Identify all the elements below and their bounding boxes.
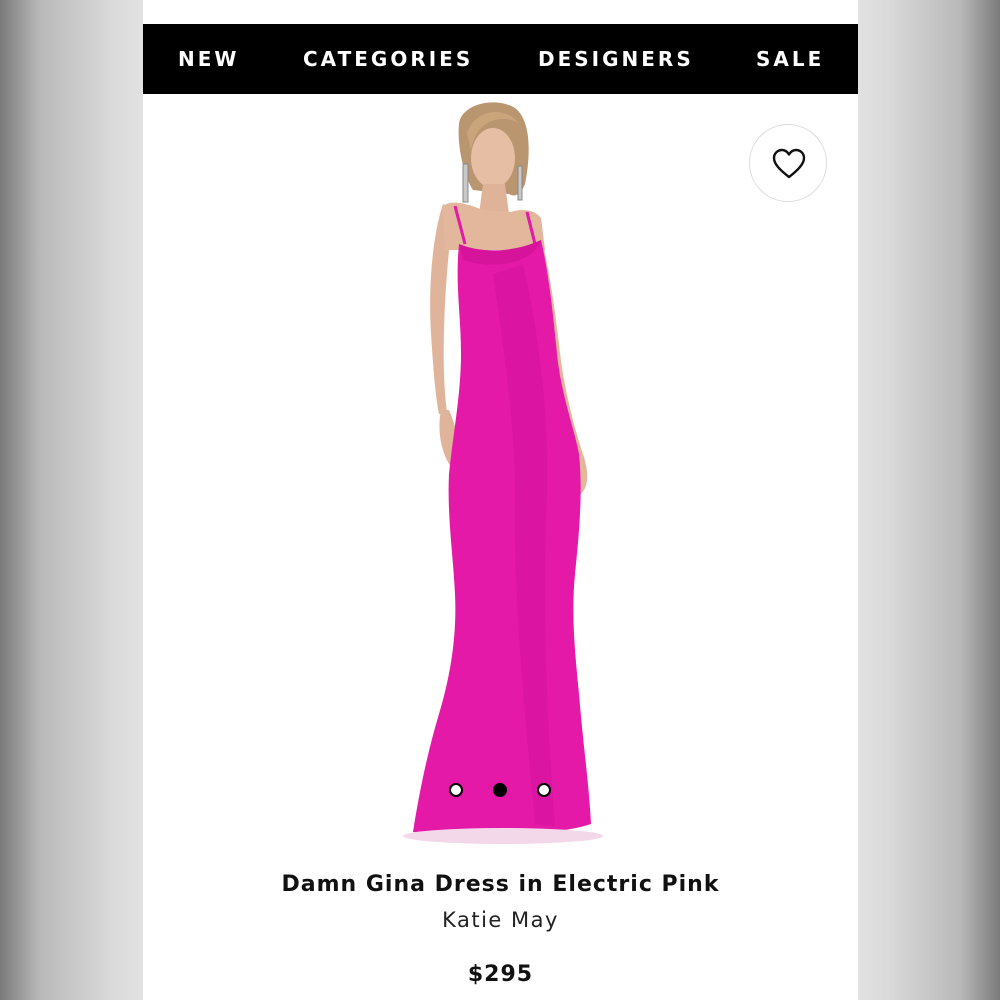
product-page: NEW CATEGORIES DESIGNERS SALE Damn Gina … bbox=[143, 0, 858, 1000]
product-name: Damn Gina Dress in Electric Pink bbox=[281, 872, 720, 897]
image-carousel-dots bbox=[449, 783, 551, 799]
product-image[interactable] bbox=[143, 94, 858, 864]
nav-item-new[interactable]: NEW bbox=[178, 24, 239, 94]
nav-item-sale[interactable]: SALE bbox=[756, 24, 824, 94]
top-nav: NEW CATEGORIES DESIGNERS SALE bbox=[143, 24, 858, 94]
carousel-dot-3[interactable] bbox=[537, 783, 551, 797]
heart-icon bbox=[772, 148, 806, 179]
carousel-dot-2[interactable] bbox=[493, 783, 507, 797]
product-price: $295 bbox=[467, 962, 534, 987]
wishlist-button[interactable] bbox=[749, 124, 827, 202]
brand-name[interactable]: Katie May bbox=[143, 908, 858, 932]
nav-item-categories[interactable]: CATEGORIES bbox=[303, 24, 473, 94]
carousel-dot-1[interactable] bbox=[449, 783, 463, 797]
nav-item-designers[interactable]: DESIGNERS bbox=[538, 24, 694, 94]
